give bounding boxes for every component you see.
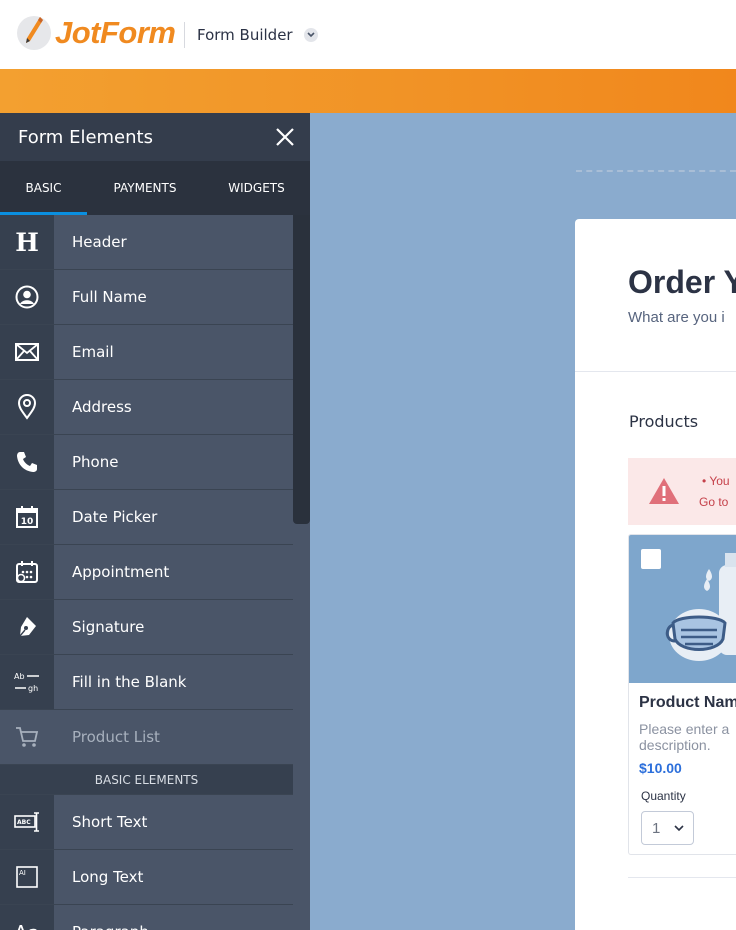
orange-toolbar [0, 69, 736, 113]
element-email[interactable]: Email [0, 325, 293, 380]
svg-text:10: 10 [21, 517, 34, 527]
element-phone[interactable]: Phone [0, 435, 293, 490]
form-separator [575, 371, 736, 372]
element-label: Full Name [54, 270, 293, 324]
chevron-down-icon[interactable] [303, 28, 318, 42]
element-signature[interactable]: Signature [0, 600, 293, 655]
close-icon[interactable] [274, 126, 296, 148]
envelope-icon [15, 343, 39, 361]
element-paragraph[interactable]: Aa Paragraph [0, 905, 293, 930]
svg-text:gh: gh [28, 684, 38, 693]
dashed-guide [576, 170, 736, 172]
map-pin-icon [17, 394, 37, 420]
tab-widgets[interactable]: WIDGETS [203, 161, 310, 215]
tab-basic[interactable]: BASIC [0, 161, 87, 215]
product-separator [628, 877, 736, 878]
product-price: $10.00 [639, 760, 682, 776]
element-appointment[interactable]: Appointment [0, 545, 293, 600]
long-text-icon: AI [16, 866, 38, 888]
short-text-icon: ABC [14, 812, 39, 832]
pen-icon [19, 617, 36, 637]
product-description-line-2: description. [639, 737, 711, 753]
error-goto[interactable]: Go to [699, 495, 728, 509]
element-label: Phone [54, 435, 293, 489]
fill-blank-icon: Abgh [14, 672, 39, 693]
form-subtitle[interactable]: What are you i [628, 309, 725, 326]
product-card[interactable]: Product Nam Please enter a description. … [628, 534, 736, 855]
jotform-logo-icon [17, 16, 51, 50]
svg-text:H: H [15, 229, 39, 255]
error-line-1: You [709, 474, 730, 488]
element-address[interactable]: Address [0, 380, 293, 435]
svg-text:Ab: Ab [14, 672, 25, 681]
element-label: Fill in the Blank [54, 655, 293, 709]
element-header[interactable]: H Header [0, 215, 293, 270]
form-elements-panel: Form Elements BASIC PAYMENTS WIDGETS H H… [0, 113, 310, 930]
warning-icon [649, 478, 679, 504]
product-checkbox[interactable] [641, 549, 661, 569]
element-label: Signature [54, 600, 293, 654]
product-image [629, 535, 736, 683]
svg-text:ABC: ABC [17, 819, 31, 826]
appointment-icon [16, 561, 38, 583]
element-label: Product List [54, 710, 293, 764]
element-label: Address [54, 380, 293, 434]
element-label: Long Text [54, 850, 293, 904]
element-label: Paragraph [54, 905, 293, 930]
user-icon [15, 285, 39, 309]
form-title[interactable]: Order Y [628, 264, 736, 301]
element-label: Email [54, 325, 293, 379]
error-box: • You Go to [628, 458, 736, 525]
element-long-text[interactable]: AI Long Text [0, 850, 293, 905]
jotform-logo[interactable]: JotForm [15, 14, 176, 52]
error-message: • You [702, 474, 730, 488]
element-label: Appointment [54, 545, 293, 599]
quantity-select[interactable]: 1 [641, 811, 694, 845]
quantity-value: 1 [652, 819, 661, 837]
quantity-label: Quantity [641, 789, 686, 803]
tab-payments[interactable]: PAYMENTS [87, 161, 203, 215]
panel-tabs: BASIC PAYMENTS WIDGETS [0, 161, 310, 215]
panel-header: Form Elements [0, 113, 310, 161]
panel-title: Form Elements [18, 126, 153, 148]
section-basic-elements: BASIC ELEMENTS [0, 765, 293, 795]
element-label: Date Picker [54, 490, 293, 544]
product-description: Please enter a description. [639, 721, 729, 753]
element-label: Short Text [54, 795, 293, 849]
element-full-name[interactable]: Full Name [0, 270, 293, 325]
form-builder-menu[interactable]: Form Builder [197, 26, 318, 44]
scrollbar-thumb[interactable] [293, 215, 310, 524]
element-list: H Header Full Name Email Address Phone 1… [0, 215, 293, 930]
element-product-list[interactable]: Product List [0, 710, 293, 765]
chevron-down-icon [674, 825, 684, 832]
products-label[interactable]: Products [629, 412, 698, 431]
paragraph-icon: Aa [14, 921, 40, 930]
element-date-picker[interactable]: 10 Date Picker [0, 490, 293, 545]
header-icon: H [15, 229, 39, 255]
element-label: Header [54, 215, 293, 269]
element-short-text[interactable]: ABC Short Text [0, 795, 293, 850]
product-description-line-1: Please enter a [639, 721, 730, 737]
svg-text:Aa: Aa [14, 921, 40, 930]
header-divider [184, 22, 185, 48]
phone-icon [17, 452, 37, 472]
element-fill-in-the-blank[interactable]: Ab gh Fill in the Blank [0, 655, 293, 710]
brand-name: JotForm [55, 15, 176, 50]
form-builder-label: Form Builder [197, 26, 293, 44]
product-name: Product Nam [639, 694, 736, 711]
calendar-icon: 10 [16, 506, 38, 528]
svg-text:AI: AI [19, 869, 26, 877]
cart-icon [16, 727, 39, 747]
top-bar: JotForm Form Builder [0, 0, 736, 69]
